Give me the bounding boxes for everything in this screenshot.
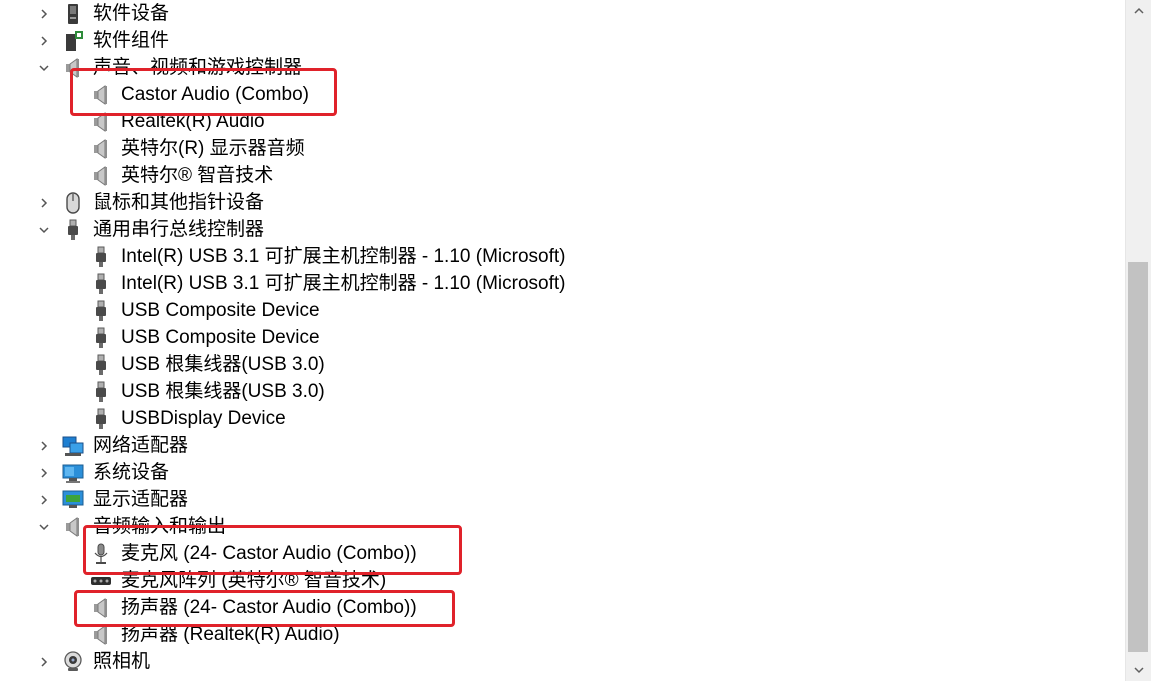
tree-item-label: 软件设备 — [93, 3, 170, 24]
software-device-icon — [62, 3, 84, 25]
speaker-icon — [62, 57, 84, 79]
tree-device-row[interactable]: USB Composite Device — [0, 297, 1120, 324]
chevron-down-icon[interactable] — [36, 519, 52, 535]
tree-device-row[interactable]: USB 根集线器(USB 3.0) — [0, 378, 1120, 405]
tree-item-label: Intel(R) USB 3.1 可扩展主机控制器 - 1.10 (Micros… — [121, 246, 566, 267]
tree-item-label: USB Composite Device — [121, 327, 320, 348]
usb-plug-icon — [90, 381, 112, 403]
speaker-icon — [90, 597, 112, 619]
microphone-icon — [90, 543, 112, 565]
software-component-icon — [62, 30, 84, 52]
vertical-scrollbar[interactable] — [1125, 0, 1151, 681]
mouse-icon — [62, 192, 84, 214]
chevron-down-icon[interactable] — [36, 222, 52, 238]
scroll-up-arrow-icon[interactable] — [1132, 4, 1146, 18]
tree-item-label: Realtek(R) Audio — [121, 111, 265, 132]
tree-item-label: 软件组件 — [93, 30, 170, 51]
tree-item-label: 英特尔® 智音技术 — [121, 165, 274, 186]
usb-plug-icon — [90, 408, 112, 430]
usb-plug-icon — [90, 327, 112, 349]
speaker-icon — [90, 138, 112, 160]
tree-item-label: 麦克风 (24- Castor Audio (Combo)) — [121, 543, 417, 564]
chevron-right-icon[interactable] — [36, 465, 52, 481]
speaker-icon — [62, 516, 84, 538]
tree-category-row[interactable]: 声音、视频和游戏控制器 — [0, 54, 1120, 81]
tree-device-row[interactable]: 扬声器 (Realtek(R) Audio) — [0, 621, 1120, 648]
tree-category-row[interactable]: 系统设备 — [0, 459, 1120, 486]
tree-device-row[interactable]: USBDisplay Device — [0, 405, 1120, 432]
chevron-right-icon[interactable] — [36, 492, 52, 508]
speaker-icon — [90, 111, 112, 133]
tree-item-label: 系统设备 — [93, 462, 170, 483]
tree-item-label: 网络适配器 — [93, 435, 189, 456]
tree-category-row[interactable]: 显示适配器 — [0, 486, 1120, 513]
chevron-right-icon[interactable] — [36, 6, 52, 22]
usb-plug-icon — [90, 246, 112, 268]
tree-item-label: 音频输入和输出 — [93, 516, 227, 537]
network-adapter-icon — [62, 435, 84, 457]
tree-item-label: USB 根集线器(USB 3.0) — [121, 354, 325, 375]
scrollbar-thumb[interactable] — [1128, 262, 1148, 652]
scroll-down-arrow-icon[interactable] — [1132, 663, 1146, 677]
tree-device-row[interactable]: 扬声器 (24- Castor Audio (Combo)) — [0, 594, 1120, 621]
chevron-right-icon[interactable] — [36, 195, 52, 211]
usb-plug-icon — [62, 219, 84, 241]
tree-item-label: 麦克风阵列 (英特尔® 智音技术) — [121, 570, 387, 591]
chevron-right-icon[interactable] — [36, 654, 52, 670]
tree-category-row[interactable]: 照相机 — [0, 648, 1120, 675]
camera-icon — [62, 651, 84, 673]
tree-category-row[interactable]: 软件设备 — [0, 0, 1120, 27]
tree-category-row[interactable]: 鼠标和其他指针设备 — [0, 189, 1120, 216]
tree-item-label: USB Composite Device — [121, 300, 320, 321]
tree-category-row[interactable]: 网络适配器 — [0, 432, 1120, 459]
tree-item-label: Intel(R) USB 3.1 可扩展主机控制器 - 1.10 (Micros… — [121, 273, 566, 294]
tree-item-label: 扬声器 (Realtek(R) Audio) — [121, 624, 340, 645]
tree-category-row[interactable]: 通用串行总线控制器 — [0, 216, 1120, 243]
tree-device-row[interactable]: Castor Audio (Combo) — [0, 81, 1120, 108]
display-adapter-icon — [62, 489, 84, 511]
speaker-icon — [90, 624, 112, 646]
system-device-icon — [62, 462, 84, 484]
chevron-right-icon[interactable] — [36, 33, 52, 49]
tree-category-row[interactable]: 音频输入和输出 — [0, 513, 1120, 540]
tree-device-row[interactable]: Realtek(R) Audio — [0, 108, 1120, 135]
tree-item-label: 通用串行总线控制器 — [93, 219, 265, 240]
tree-device-row[interactable]: Intel(R) USB 3.1 可扩展主机控制器 - 1.10 (Micros… — [0, 243, 1120, 270]
tree-item-label: 鼠标和其他指针设备 — [93, 192, 265, 213]
tree-device-row[interactable]: USB Composite Device — [0, 324, 1120, 351]
chevron-right-icon[interactable] — [36, 438, 52, 454]
tree-device-row[interactable]: 麦克风阵列 (英特尔® 智音技术) — [0, 567, 1120, 594]
tree-item-label: 声音、视频和游戏控制器 — [93, 57, 303, 78]
tree-item-label: USBDisplay Device — [121, 408, 286, 429]
tree-item-label: USB 根集线器(USB 3.0) — [121, 381, 325, 402]
usb-plug-icon — [90, 354, 112, 376]
tree-item-label: 英特尔(R) 显示器音频 — [121, 138, 305, 159]
tree-device-row[interactable]: 麦克风 (24- Castor Audio (Combo)) — [0, 540, 1120, 567]
tree-device-row[interactable]: USB 根集线器(USB 3.0) — [0, 351, 1120, 378]
tree-item-label: 扬声器 (24- Castor Audio (Combo)) — [121, 597, 417, 618]
usb-plug-icon — [90, 300, 112, 322]
speaker-icon — [90, 165, 112, 187]
speaker-icon — [90, 84, 112, 106]
chevron-down-icon[interactable] — [36, 60, 52, 76]
device-tree: 软件设备软件组件声音、视频和游戏控制器 Castor Audio (Combo) R… — [0, 0, 1126, 681]
tree-item-label: Castor Audio (Combo) — [121, 84, 309, 105]
tree-device-row[interactable]: Intel(R) USB 3.1 可扩展主机控制器 - 1.10 (Micros… — [0, 270, 1120, 297]
tree-device-row[interactable]: 英特尔® 智音技术 — [0, 162, 1120, 189]
tree-device-row[interactable]: 英特尔(R) 显示器音频 — [0, 135, 1120, 162]
tree-item-label: 显示适配器 — [93, 489, 189, 510]
mic-array-icon — [90, 570, 112, 592]
tree-item-label: 照相机 — [93, 651, 151, 672]
usb-plug-icon — [90, 273, 112, 295]
tree-category-row[interactable]: 软件组件 — [0, 27, 1120, 54]
